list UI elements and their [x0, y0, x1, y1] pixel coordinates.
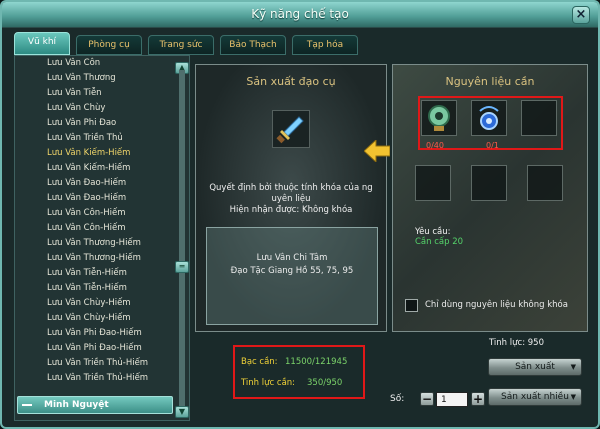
recipe-list-item[interactable]: Lưu Vân Chùy [47, 103, 105, 113]
blue-pendant-icon [479, 106, 499, 130]
produce-button[interactable]: Sản xuất ▼ [488, 358, 582, 376]
tab-jewelry[interactable]: Trang sức [148, 35, 214, 55]
materials-panel: Nguyên liệu cần 0/40 0/1 Yêu cầu: Cần cấ… [392, 64, 588, 332]
tab-gems[interactable]: Bảo Thạch [220, 35, 286, 55]
recipe-list-item[interactable]: Lưu Vân Kiếm-Hiếm [47, 148, 130, 158]
recipe-list-item[interactable]: Lưu Vân Kiếm-Hiếm [47, 163, 130, 173]
energy-cost-value: 350/950 [307, 378, 343, 388]
scroll-down-button[interactable]: ▼ [175, 406, 189, 418]
quantity-label: Số: [390, 394, 405, 404]
crafting-window: Kỹ năng chế tạo × Vũ khí Phòng cụ Trang … [0, 0, 600, 429]
recipe-list-item[interactable]: Lưu Vân Côn-Hiếm [47, 223, 126, 233]
tab-armor[interactable]: Phòng cụ [76, 35, 142, 55]
recipe-list-item[interactable]: Lưu Vân Đao-Hiếm [47, 193, 126, 203]
recipe-list-item[interactable]: Lưu Vân Đao-Hiếm [47, 178, 126, 188]
requirement-value: Cần cấp 20 [415, 237, 464, 247]
material-slot-4[interactable] [415, 165, 451, 201]
close-button[interactable]: × [572, 6, 590, 24]
material-slot-3[interactable] [521, 100, 557, 136]
dropdown-arrow-icon: ▼ [570, 363, 576, 371]
quantity-increase-button[interactable]: + [471, 392, 485, 406]
dropdown-arrow-icon: ▼ [570, 393, 576, 401]
materials-title: Nguyên liệu cần [445, 75, 535, 88]
collapse-icon [22, 404, 32, 406]
quantity-input[interactable] [436, 392, 468, 407]
arrow-left-icon [364, 140, 390, 162]
bind-note-line-1: Quyết định bởi thuộc tính khóa của ng [209, 183, 373, 193]
production-panel: Sản xuất đạo cụ Quyết định bởi thuộc tín… [195, 64, 387, 332]
bind-note: Quyết định bởi thuộc tính khóa của ng uy… [204, 183, 378, 216]
tab-misc[interactable]: Tạp hóa [292, 35, 358, 55]
recipe-list-item[interactable]: Lưu Vân Triền Thủ [47, 133, 123, 143]
energy-cost-label: Tinh lực cần: [241, 378, 296, 388]
bind-note-line-2: uyên liệu [271, 194, 311, 204]
recipe-list-item[interactable]: Lưu Vân Triền Thủ-Hiếm [47, 358, 148, 368]
energy-stat: Tinh lực: 950 [489, 338, 544, 348]
recipe-list-item[interactable]: Lưu Vân Phi Đao-Hiếm [47, 328, 142, 338]
recipe-list-panel: Lưu Vân Côn Lưu Vân Thương Lưu Vân Tiễn Lưu… [14, 55, 190, 421]
produce-many-button[interactable]: Sản xuất nhiều ▼ [488, 388, 582, 406]
material-slot-1[interactable]: 0/40 [421, 100, 457, 150]
title-bar[interactable]: Kỹ năng chế tạo × [2, 2, 598, 28]
produce-button-label: Sản xuất [515, 362, 555, 372]
recipe-list-item[interactable]: Lưu Vân Thương-Hiếm [47, 253, 141, 263]
silver-cost-label: Bạc cần: [241, 357, 278, 367]
cost-highlight-box: Bạc cần: 11500/121945 Tinh lực cần: 350/… [233, 345, 365, 399]
window-title: Kỹ năng chế tạo [251, 7, 349, 21]
quantity-decrease-button[interactable]: − [420, 392, 434, 406]
recipe-list-item[interactable]: Lưu Vân Tiễn [47, 88, 102, 98]
recipe-list-item[interactable]: Lưu Vân Tiễn-Hiếm [47, 283, 127, 293]
only-unbound-label: Chỉ dùng nguyên liệu không khóa [425, 300, 568, 310]
production-title: Sản xuất đạo cụ [246, 75, 336, 88]
result-info-box: Lưu Vân Chi Tâm Đạo Tặc Giang Hồ 55, 75,… [206, 227, 378, 325]
recipe-list-item[interactable]: Lưu Vân Côn-Hiếm [47, 208, 126, 218]
recipe-list-item[interactable]: Lưu Vân Côn [47, 58, 100, 68]
requirement-label: Yêu cầu: [415, 227, 451, 237]
material-count-1: 0/40 [426, 141, 444, 150]
material-slot-2[interactable]: 0/1 [471, 100, 507, 150]
material-slot-6[interactable] [527, 165, 563, 201]
product-slot[interactable] [272, 110, 310, 148]
recipe-group-header[interactable]: Minh Nguyệt [17, 396, 173, 414]
recipe-list-item[interactable]: Lưu Vân Chùy-Hiếm [47, 298, 131, 308]
material-count-2: 0/1 [486, 141, 499, 150]
recipe-list-item[interactable]: Lưu Vân Tiễn-Hiếm [47, 268, 127, 278]
produce-many-button-label: Sản xuất nhiều [501, 392, 569, 402]
result-source: Đạo Tặc Giang Hồ 55, 75, 95 [230, 266, 354, 276]
bind-note-line-3: Hiện nhận được: Không khóa [229, 205, 353, 215]
recipe-list-item[interactable]: Lưu Vân Phi Đao [47, 118, 116, 128]
sword-icon [273, 111, 309, 147]
scrollbar-track[interactable] [179, 70, 185, 406]
jade-orb-icon [428, 105, 450, 131]
material-slot-5[interactable] [471, 165, 507, 201]
recipe-list-item[interactable]: Lưu Vân Thương-Hiếm [47, 238, 141, 248]
tab-weapons[interactable]: Vũ khí [14, 32, 70, 55]
recipe-list-item[interactable]: Lưu Vân Phi Đao-Hiếm [47, 343, 142, 353]
scrollbar-thumb[interactable]: ═ [175, 261, 189, 273]
silver-cost-value: 11500/121945 [285, 357, 348, 367]
recipe-list-item[interactable]: Lưu Vân Thương [47, 73, 116, 83]
recipe-list-item[interactable]: Lưu Vân Chùy-Hiếm [47, 313, 131, 323]
result-name: Lưu Vân Chi Tâm [256, 253, 328, 263]
recipe-list: Lưu Vân Côn Lưu Vân Thương Lưu Vân Tiễn Lưu… [15, 56, 173, 396]
recipe-group-label: Minh Nguyệt [44, 400, 109, 410]
recipe-list-item[interactable]: Lưu Vân Triền Thủ-Hiếm [47, 373, 148, 383]
only-unbound-checkbox[interactable] [405, 299, 418, 312]
